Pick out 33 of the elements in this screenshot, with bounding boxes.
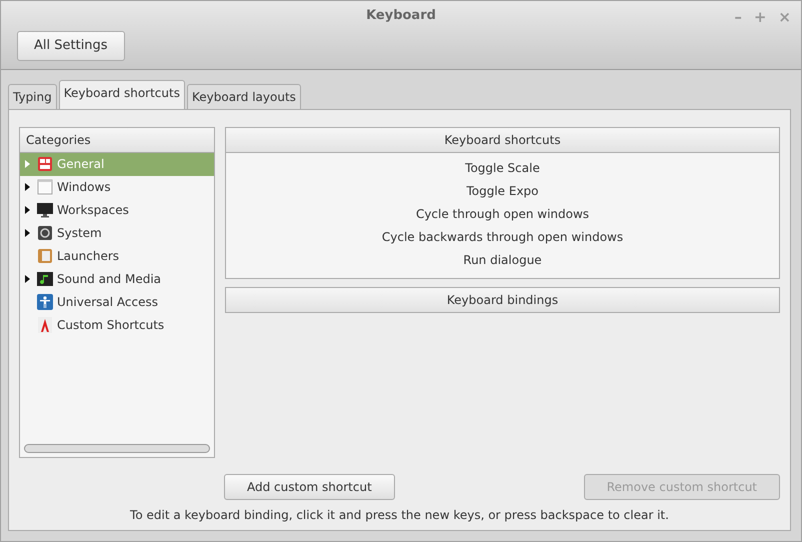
- list-item[interactable]: System: [20, 222, 214, 244]
- column-header[interactable]: Keyboard bindings: [226, 288, 779, 312]
- expander-icon[interactable]: [24, 274, 32, 284]
- list-item[interactable]: Universal Access: [20, 290, 214, 314]
- system-icon: [37, 225, 53, 241]
- music-icon: [37, 271, 53, 287]
- scrollbar[interactable]: [24, 444, 210, 453]
- list-item[interactable]: Launchers: [20, 244, 214, 268]
- calculator-icon: [37, 248, 53, 264]
- add-shortcut-button[interactable]: Add custom shortcut: [224, 474, 395, 500]
- list-item[interactable]: Cycle backwards through open windows: [226, 226, 779, 248]
- accessibility-icon: [37, 294, 53, 310]
- tab[interactable]: Typing: [8, 84, 57, 108]
- list-item[interactable]: Toggle Scale: [226, 156, 779, 180]
- window-title: Keyboard: [366, 7, 436, 26]
- window-icon: [37, 179, 53, 195]
- expander-icon[interactable]: [24, 228, 32, 238]
- list-item[interactable]: Toggle Expo: [226, 180, 779, 202]
- list-item[interactable]: Run dialogue: [226, 248, 779, 272]
- general-icon: [37, 156, 53, 172]
- list-item[interactable]: Cycle through open windows: [226, 202, 779, 226]
- list-item[interactable]: Windows: [20, 176, 214, 198]
- monitor-icon: [37, 202, 53, 218]
- expander-icon[interactable]: [24, 205, 32, 215]
- tab[interactable]: Keyboard shortcuts: [58, 80, 185, 110]
- person-icon: [37, 317, 53, 333]
- list-item[interactable]: Workspaces: [20, 198, 214, 222]
- hint-text: To edit a keyboard binding, click it and press the new keys, or press backspace to clear it.: [129, 507, 670, 524]
- list-item[interactable]: Custom Shortcuts: [20, 314, 214, 336]
- tab[interactable]: Keyboard layouts: [186, 84, 301, 108]
- all-settings-button[interactable]: All Settings: [17, 31, 125, 60]
- expander-icon[interactable]: [24, 182, 32, 192]
- list-item[interactable]: Sound and Media: [20, 268, 214, 290]
